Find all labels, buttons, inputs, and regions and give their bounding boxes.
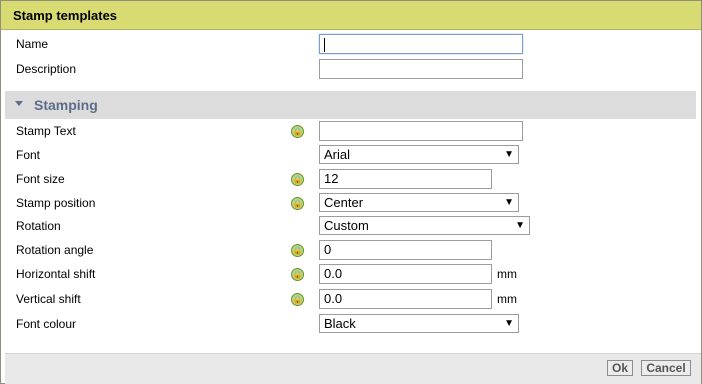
vertical-shift-label: Vertical shift <box>16 292 81 306</box>
chevron-down-icon: ▼ <box>504 318 514 329</box>
vertical-shift-value: 0.0 <box>324 291 343 306</box>
font-colour-label: Font colour <box>16 317 77 331</box>
chevron-down-icon: ▼ <box>515 220 525 231</box>
rotation-angle-value: 0 <box>324 242 332 257</box>
rotation-value: Custom <box>324 218 369 233</box>
description-row: Description <box>1 58 701 82</box>
rotation-select[interactable]: Custom ▼ <box>319 216 530 235</box>
font-size-row: Font size 🔒 12 <box>1 168 701 192</box>
stamp-text-input[interactable] <box>319 121 523 141</box>
description-input[interactable] <box>319 59 523 79</box>
vertical-shift-input[interactable]: 0.0 <box>319 289 492 309</box>
font-size-value: 12 <box>324 171 339 186</box>
dialog-titlebar: Stamp templates <box>1 1 701 30</box>
font-select[interactable]: Arial ▼ <box>319 145 519 164</box>
horizontal-shift-input[interactable]: 0.0 <box>319 264 492 284</box>
stamp-position-value: Center <box>324 195 364 210</box>
horizontal-shift-unit: mm <box>497 267 517 281</box>
chevron-down-icon: ▼ <box>504 149 514 160</box>
font-label: Font <box>16 148 41 162</box>
font-row: Font Arial ▼ <box>1 144 701 168</box>
vertical-shift-unit: mm <box>497 292 517 306</box>
rotation-label: Rotation <box>16 219 61 233</box>
lock-icon[interactable]: 🔒 <box>291 244 304 257</box>
dialog-title: Stamp templates <box>13 8 118 23</box>
description-label: Description <box>16 62 77 76</box>
stamp-position-label: Stamp position <box>16 196 96 210</box>
dialog-footer: Ok Cancel <box>5 353 701 384</box>
collapse-triangle-icon[interactable] <box>15 101 23 106</box>
rotation-row: Rotation Custom ▼ <box>1 215 701 239</box>
font-size-label: Font size <box>16 172 65 186</box>
font-size-input[interactable]: 12 <box>319 169 492 189</box>
ok-button[interactable]: Ok <box>607 360 633 376</box>
horizontal-shift-value: 0.0 <box>324 266 343 281</box>
rotation-angle-label: Rotation angle <box>16 243 94 257</box>
font-colour-value: Black <box>324 316 356 331</box>
cancel-button[interactable]: Cancel <box>641 360 691 376</box>
name-input[interactable] <box>319 34 523 54</box>
lock-icon[interactable]: 🔒 <box>291 293 304 306</box>
rotation-angle-row: Rotation angle 🔒 0 <box>1 239 701 263</box>
rotation-angle-input[interactable]: 0 <box>319 240 492 260</box>
stamp-templates-dialog: Stamp templates Name Description Stampin… <box>0 0 702 384</box>
name-label: Name <box>16 37 49 51</box>
vertical-shift-row: Vertical shift 🔒 0.0 mm <box>1 288 701 312</box>
chevron-down-icon: ▼ <box>504 197 514 208</box>
font-colour-row: Font colour Black ▼ <box>1 313 701 337</box>
lock-icon[interactable]: 🔒 <box>291 173 304 186</box>
font-value: Arial <box>324 147 351 162</box>
stamp-text-row: Stamp Text 🔒 <box>1 120 701 144</box>
font-colour-select[interactable]: Black ▼ <box>319 314 519 333</box>
stamp-text-label: Stamp Text <box>16 124 76 138</box>
lock-icon[interactable]: 🔒 <box>291 268 304 281</box>
stamping-section-header[interactable]: Stamping <box>5 91 696 119</box>
text-cursor <box>324 37 325 52</box>
name-row: Name <box>1 33 701 57</box>
stamping-section-title: Stamping <box>34 97 98 113</box>
horizontal-shift-row: Horizontal shift 🔒 0.0 mm <box>1 263 701 287</box>
stamp-position-row: Stamp position 🔒 Center ▼ <box>1 192 701 216</box>
stamp-position-select[interactable]: Center ▼ <box>319 193 519 212</box>
lock-icon[interactable]: 🔒 <box>291 197 304 210</box>
lock-icon[interactable]: 🔒 <box>291 125 304 138</box>
horizontal-shift-label: Horizontal shift <box>16 267 96 281</box>
